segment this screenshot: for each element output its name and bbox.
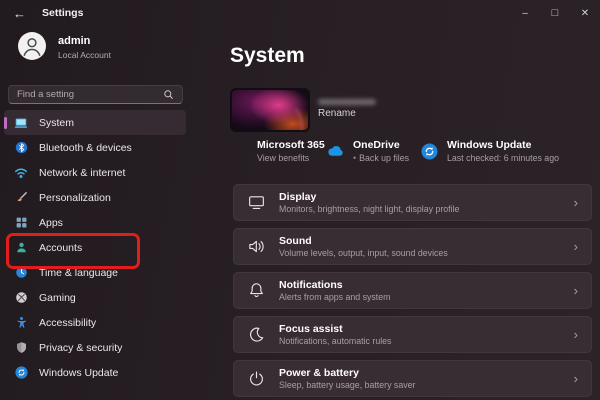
settings-card-list: Display Monitors, brightness, night ligh… xyxy=(233,184,592,400)
chevron-right-icon: › xyxy=(574,196,578,209)
sidebar-item-time-language[interactable]: Time & language xyxy=(4,260,186,285)
avatar xyxy=(18,32,46,60)
quick-link-windows-update[interactable]: Windows Update Last checked: 6 minutes a… xyxy=(421,139,559,163)
quick-link-subtitle[interactable]: •Back up files xyxy=(353,153,409,163)
speaker-icon xyxy=(247,237,266,256)
microsoft-logo xyxy=(233,144,248,159)
device-preview-image xyxy=(230,88,310,132)
sidebar-item-label: Accessibility xyxy=(39,317,96,329)
sidebar-item-label: Apps xyxy=(39,217,63,229)
sidebar-item-label: Gaming xyxy=(39,292,76,304)
quick-link-microsoft-365[interactable]: Microsoft 365 View benefits xyxy=(233,139,325,163)
wifi-icon xyxy=(14,166,28,180)
moon-icon xyxy=(247,325,266,344)
chevron-right-icon: › xyxy=(574,372,578,385)
bell-icon xyxy=(247,281,266,300)
sidebar-item-network[interactable]: Network & internet xyxy=(4,160,186,185)
sidebar-item-gaming[interactable]: Gaming xyxy=(4,285,186,310)
brush-icon xyxy=(14,191,28,205)
sidebar-item-personalization[interactable]: Personalization xyxy=(4,185,186,210)
quick-link-subtitle[interactable]: View benefits xyxy=(257,153,325,163)
sidebar-item-accounts[interactable]: Accounts xyxy=(4,235,186,260)
account-type: Local Account xyxy=(58,50,111,60)
accessibility-icon xyxy=(14,316,28,330)
card-subtitle: Monitors, brightness, night light, displ… xyxy=(279,204,459,214)
window-controls: – □ ✕ xyxy=(510,0,600,26)
sidebar: admin Local Account System Bluetooth & d… xyxy=(0,26,210,400)
windows-update-icon xyxy=(421,143,438,160)
user-name: admin xyxy=(58,35,90,47)
sidebar-item-apps[interactable]: Apps xyxy=(4,210,186,235)
sidebar-item-label: Privacy & security xyxy=(39,342,122,354)
quick-link-title: Microsoft 365 xyxy=(257,139,325,151)
card-sound[interactable]: Sound Volume levels, output, input, soun… xyxy=(233,228,592,265)
quick-link-subtitle: Last checked: 6 minutes ago xyxy=(447,153,559,163)
apps-grid-icon xyxy=(14,216,28,230)
sidebar-item-windows-update[interactable]: Windows Update xyxy=(4,360,186,385)
card-subtitle: Notifications, automatic rules xyxy=(279,336,391,346)
back-arrow-icon[interactable]: ← xyxy=(13,7,26,20)
xbox-icon xyxy=(14,291,28,305)
search-icon xyxy=(163,89,174,100)
rename-link[interactable]: Rename xyxy=(318,108,356,119)
sidebar-item-accessibility[interactable]: Accessibility xyxy=(4,310,186,335)
clock-icon xyxy=(14,266,28,280)
sidebar-item-label: Bluetooth & devices xyxy=(39,142,132,154)
monitor-icon xyxy=(247,193,266,212)
window-title: Settings xyxy=(42,7,83,19)
maximize-button[interactable]: □ xyxy=(540,0,570,26)
titlebar: ← Settings – □ ✕ xyxy=(0,0,600,26)
quick-link-title: OneDrive xyxy=(353,139,409,151)
onedrive-cloud-icon xyxy=(327,145,344,157)
card-title: Notifications xyxy=(279,279,390,291)
card-title: Power & battery xyxy=(279,367,415,379)
card-title: Focus assist xyxy=(279,323,391,335)
sidebar-item-privacy[interactable]: Privacy & security xyxy=(4,335,186,360)
search-box[interactable] xyxy=(8,85,183,104)
chevron-right-icon: › xyxy=(574,328,578,341)
card-title: Sound xyxy=(279,235,448,247)
person-icon xyxy=(14,241,28,255)
chevron-right-icon: › xyxy=(574,284,578,297)
shield-icon xyxy=(14,341,28,355)
update-refresh-icon xyxy=(14,366,28,380)
card-focus-assist[interactable]: Focus assist Notifications, automatic ru… xyxy=(233,316,592,353)
card-title: Display xyxy=(279,191,459,203)
quick-link-title: Windows Update xyxy=(447,139,559,151)
minimize-button[interactable]: – xyxy=(510,0,540,26)
card-subtitle: Alerts from apps and system xyxy=(279,292,390,302)
person-avatar-icon xyxy=(19,33,45,59)
power-icon xyxy=(247,369,266,388)
bluetooth-icon xyxy=(14,141,28,155)
sidebar-item-system[interactable]: System xyxy=(4,110,186,135)
sidebar-item-label: Network & internet xyxy=(39,167,125,179)
sidebar-item-label: System xyxy=(39,117,74,129)
sidebar-item-label: Accounts xyxy=(39,242,82,254)
card-subtitle: Volume levels, output, input, sound devi… xyxy=(279,248,448,258)
sidebar-item-label: Windows Update xyxy=(39,367,118,379)
settings-window: ← Settings – □ ✕ admin Local Account xyxy=(0,0,600,400)
card-subtitle: Sleep, battery usage, battery saver xyxy=(279,380,415,390)
laptop-icon xyxy=(14,116,28,130)
page-title: System xyxy=(230,44,305,68)
sidebar-item-label: Time & language xyxy=(39,267,118,279)
search-input[interactable] xyxy=(17,89,163,100)
chevron-right-icon: › xyxy=(574,240,578,253)
card-power-battery[interactable]: Power & battery Sleep, battery usage, ba… xyxy=(233,360,592,397)
device-name-blurred xyxy=(318,99,376,105)
sidebar-nav: System Bluetooth & devices Network & int… xyxy=(4,110,186,385)
status-dot: • xyxy=(353,153,356,163)
sidebar-item-bluetooth[interactable]: Bluetooth & devices xyxy=(4,135,186,160)
quick-link-onedrive[interactable]: OneDrive •Back up files xyxy=(327,139,409,163)
card-display[interactable]: Display Monitors, brightness, night ligh… xyxy=(233,184,592,221)
card-notifications[interactable]: Notifications Alerts from apps and syste… xyxy=(233,272,592,309)
sidebar-item-label: Personalization xyxy=(39,192,111,204)
close-button[interactable]: ✕ xyxy=(570,0,600,26)
